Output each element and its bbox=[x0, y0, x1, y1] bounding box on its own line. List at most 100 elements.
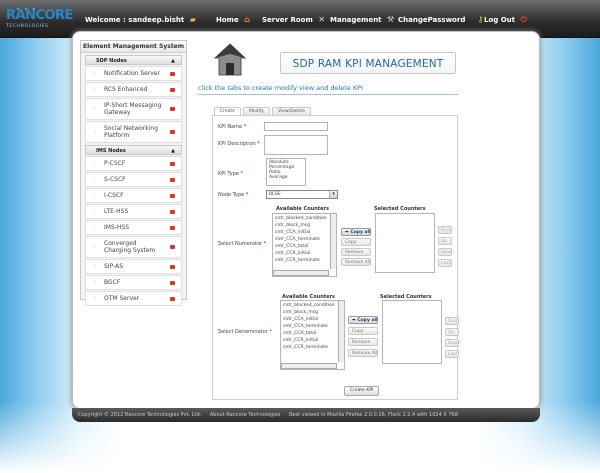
sidebar-group-sdp[interactable]: SDP Nodes ▲ bbox=[85, 55, 182, 65]
bullet-icon: › bbox=[94, 160, 96, 166]
list-item[interactable]: cntr_CCR_terminate bbox=[275, 257, 334, 264]
list-item[interactable]: cntr_blocked_condition bbox=[275, 215, 334, 222]
power-icon: ⏻ bbox=[520, 15, 527, 24]
denominator-last-button[interactable]: Last bbox=[445, 350, 459, 358]
sidebar-item-ims-hss[interactable]: › IMS-HSS bbox=[85, 220, 182, 235]
numerator-remove-button[interactable]: Remove bbox=[341, 248, 371, 256]
numerator-down-button[interactable]: Down bbox=[438, 248, 454, 256]
delete-icon[interactable] bbox=[170, 296, 175, 301]
denominator-remove-button[interactable]: Remove bbox=[348, 338, 378, 346]
numerator-up-button[interactable]: Up bbox=[438, 237, 452, 245]
list-item[interactable]: cntr_CCA_total bbox=[283, 330, 342, 337]
bullet-icon: › bbox=[94, 105, 96, 112]
bullet-icon: › bbox=[94, 86, 96, 92]
bullet-icon: › bbox=[94, 192, 96, 198]
sidebar-item-otm-server[interactable]: › OTM Server bbox=[85, 291, 182, 306]
sidebar-item-p-cscf[interactable]: › P-CSCF bbox=[85, 156, 182, 171]
nav-management[interactable]: Management ⚒ bbox=[330, 15, 394, 24]
delete-icon[interactable] bbox=[170, 177, 175, 182]
denominator-selected-list[interactable] bbox=[382, 300, 442, 364]
kpi-name-input[interactable] bbox=[264, 122, 328, 131]
sidebar-item-ip-short-messaging-gateway[interactable]: › IP-Short Messaging Gateway bbox=[85, 98, 182, 120]
sidebar-group-ims[interactable]: IMS Nodes ▲ bbox=[85, 145, 182, 155]
numerator-copy-all-button[interactable]: ➡ Copy all bbox=[341, 228, 371, 236]
delete-icon[interactable] bbox=[170, 193, 175, 198]
list-item[interactable]: cntr_CCA_initial bbox=[275, 229, 334, 236]
numerator-last-button[interactable]: Last bbox=[438, 259, 452, 267]
delete-icon[interactable] bbox=[170, 130, 175, 134]
sidebar-item-lte-hss[interactable]: › LTE-HSS bbox=[85, 204, 182, 219]
kpi-description-input[interactable] bbox=[264, 135, 328, 155]
list-item[interactable]: cntr_CCA_terminate bbox=[283, 323, 342, 330]
sidebar-group-sdp-label: SDP Nodes bbox=[96, 58, 127, 64]
node-type-value: RCSE bbox=[269, 192, 281, 197]
numerator-copy-button[interactable]: Copy bbox=[341, 238, 371, 246]
delete-icon[interactable] bbox=[170, 209, 175, 214]
list-item[interactable]: cntr_CCA_initial bbox=[283, 316, 342, 323]
footer-about-link[interactable]: About Rancore Technologies bbox=[210, 412, 281, 418]
denominator-copy-all-button[interactable]: ➡ Copy all bbox=[348, 316, 378, 324]
sidebar-item-label: RCS Enhanced bbox=[104, 86, 148, 93]
denominator-copy-button[interactable]: Copy bbox=[348, 327, 378, 335]
sidebar-item-label: SIP-AS bbox=[104, 263, 124, 270]
sidebar-item-label: BGCF bbox=[104, 279, 121, 286]
arrow-right-icon: ➡ bbox=[345, 230, 349, 235]
numerator-horizontal-scrollbar[interactable] bbox=[273, 270, 329, 276]
delete-icon[interactable] bbox=[170, 107, 175, 111]
sidebar-item-s-cscf[interactable]: › S-CSCF bbox=[85, 172, 182, 187]
kpi-type-list[interactable]: Absolute Percentage Ratio Average bbox=[266, 158, 306, 186]
delete-icon[interactable] bbox=[170, 280, 175, 285]
numerator-selected-list[interactable] bbox=[375, 213, 435, 273]
nav-change-password[interactable]: ChangePassword ⚷ bbox=[398, 15, 484, 24]
sidebar-item-rcs-enhanced[interactable]: › RCS Enhanced bbox=[85, 82, 182, 97]
sidebar-item-i-cscf[interactable]: › I-CSCF bbox=[85, 188, 182, 203]
denominator-remove-all-button[interactable]: Remove All bbox=[348, 349, 378, 357]
list-item[interactable]: Average bbox=[269, 175, 303, 180]
denominator-first-button[interactable]: First bbox=[445, 317, 459, 325]
numerator-remove-all-button[interactable]: Remove All bbox=[341, 258, 371, 266]
denominator-available-list[interactable]: cntr_blocked_condition cntr_block_msg cn… bbox=[280, 300, 345, 370]
list-item[interactable]: cntr_block_msg bbox=[283, 309, 342, 316]
list-item[interactable]: cntr_CCR_initial bbox=[275, 250, 334, 257]
list-item[interactable]: cntr_CCR_initial bbox=[283, 337, 342, 344]
delete-icon[interactable] bbox=[170, 161, 175, 166]
sidebar-item-label: LTE-HSS bbox=[104, 208, 129, 215]
nav-server-room[interactable]: Server Room ✕ bbox=[262, 15, 325, 24]
list-item[interactable]: cntr_CCR_terminate bbox=[283, 344, 342, 351]
company-logo: • • • RANCORE TECHNOLOGIES bbox=[6, 6, 73, 32]
nav-change-password-label: ChangePassword bbox=[398, 16, 466, 24]
denominator-vertical-scrollbar[interactable] bbox=[338, 301, 344, 362]
sidebar-item-social-networking-platform[interactable]: › Social Networking Platform bbox=[85, 121, 182, 143]
tab-create[interactable]: Create bbox=[214, 107, 241, 115]
delete-icon[interactable] bbox=[170, 225, 175, 230]
node-type-select[interactable]: RCSE ▾ bbox=[266, 190, 338, 199]
create-kpi-button[interactable]: Create KPI bbox=[344, 386, 380, 396]
list-item[interactable]: cntr_CCA_total bbox=[275, 243, 334, 250]
denominator-horizontal-scrollbar[interactable] bbox=[281, 363, 337, 369]
folder-icon: ▰ bbox=[189, 15, 196, 24]
sidebar-item-sip-as[interactable]: › SIP-AS bbox=[85, 259, 182, 274]
denominator-down-button[interactable]: Down bbox=[445, 339, 461, 347]
numerator-available-list[interactable]: cntr_blocked_condition cntr_block_msg cn… bbox=[272, 213, 337, 277]
numerator-first-button[interactable]: First bbox=[438, 226, 452, 234]
list-item[interactable]: cntr_CCA_terminate bbox=[275, 236, 334, 243]
delete-icon[interactable] bbox=[170, 87, 175, 92]
list-item[interactable]: cntr_blocked_condition bbox=[283, 302, 342, 309]
tab-view-delete[interactable]: View/Delete bbox=[271, 107, 311, 115]
chevron-down-icon: ▾ bbox=[329, 191, 337, 198]
nav-logout[interactable]: Log Out ⏻ bbox=[484, 15, 527, 25]
sidebar-item-notification-server[interactable]: › Notification Server bbox=[85, 66, 182, 81]
list-item[interactable]: cntr_block_msg bbox=[275, 222, 334, 229]
footer: Copyright © 2012 Rancore Technologies Pv… bbox=[72, 408, 540, 422]
tab-modify[interactable]: Modify bbox=[242, 107, 270, 115]
nav-home[interactable]: Home ⌂ bbox=[216, 15, 250, 24]
denominator-up-button[interactable]: Up bbox=[445, 328, 459, 336]
delete-icon[interactable] bbox=[170, 71, 175, 76]
delete-icon[interactable] bbox=[170, 264, 175, 269]
bullet-icon: › bbox=[94, 128, 96, 135]
sidebar-item-bgcf[interactable]: › BGCF bbox=[85, 275, 182, 290]
sidebar-item-label: Social Networking Platform bbox=[104, 125, 159, 139]
numerator-vertical-scrollbar[interactable] bbox=[330, 214, 336, 269]
sidebar-item-converged-charging-system[interactable]: › Converged Charging System bbox=[85, 236, 182, 258]
delete-icon[interactable] bbox=[170, 245, 175, 249]
